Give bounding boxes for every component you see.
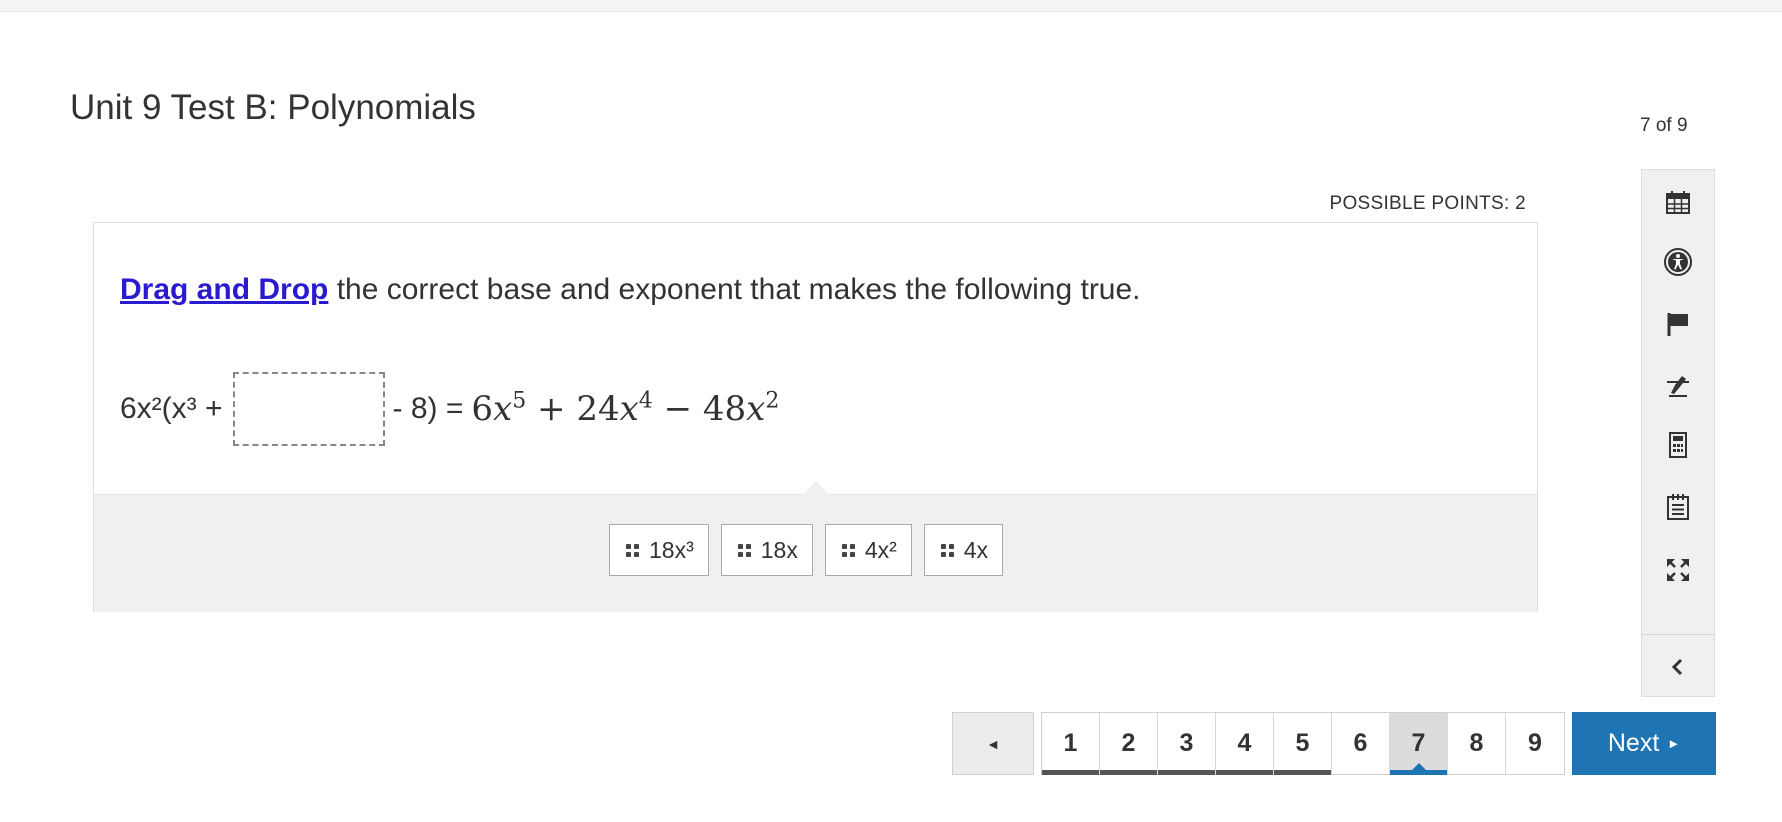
term1-variable: x — [493, 389, 513, 429]
term3-variable: x — [746, 389, 766, 429]
equation-right: 6x5 + 24x4 − 48x2 — [471, 389, 779, 429]
collapse-icon — [1671, 658, 1683, 676]
flag-tool-button[interactable] — [1642, 304, 1714, 344]
term1-coefficient: 6 — [471, 389, 494, 429]
page-number: 3 — [1179, 729, 1194, 757]
page-number: 5 — [1295, 729, 1310, 757]
operator-minus: − — [663, 389, 693, 429]
previous-button[interactable]: ◄ — [952, 712, 1034, 775]
notepad-icon — [1667, 494, 1689, 520]
current-page-caret-icon — [1411, 763, 1426, 770]
question-card: Drag and Drop the correct base and expon… — [93, 222, 1538, 612]
calendar-icon — [1666, 191, 1690, 214]
page-button-4[interactable]: 4 — [1216, 713, 1274, 775]
page-number: 2 — [1121, 729, 1136, 757]
accessibility-icon — [1664, 248, 1692, 276]
page-number: 8 — [1469, 729, 1484, 757]
question-counter: 7 of 9 — [1640, 115, 1688, 136]
fullscreen-tool-button[interactable] — [1642, 550, 1714, 590]
term2-coefficient: 24 — [576, 389, 620, 429]
answer-bank: 18x³ 18x 4x² 4x — [94, 481, 1537, 612]
page-number: 1 — [1063, 729, 1078, 757]
calculator-tool-button[interactable] — [1642, 425, 1714, 465]
drag-handle-icon — [626, 543, 639, 557]
tile-label: 18x³ — [649, 536, 694, 563]
drag-handle-icon — [940, 543, 954, 557]
tile-label: 4x — [963, 536, 989, 563]
tool-sidebar — [1641, 169, 1715, 697]
page-number: 9 — [1528, 729, 1542, 757]
operator-plus: + — [537, 389, 566, 429]
page-button-6[interactable]: 6 — [1332, 713, 1390, 774]
fullscreen-icon — [1667, 559, 1689, 581]
term1-exponent: 5 — [512, 388, 527, 414]
page-button-2[interactable]: 2 — [1100, 713, 1158, 775]
answer-tile-18x[interactable]: 18x — [720, 524, 813, 576]
tile-label: 4x² — [864, 536, 897, 563]
equation-mid: - 8) = — [392, 392, 464, 425]
prompt-text: the correct base and exponent that makes… — [328, 273, 1141, 306]
page-button-7[interactable]: 7 — [1390, 713, 1448, 775]
question-prompt: Drag and Drop the correct base and expon… — [120, 273, 1141, 307]
next-label: Next — [1607, 729, 1660, 757]
collapse-toolbar-button[interactable] — [1642, 647, 1714, 687]
drop-zone[interactable] — [232, 372, 385, 446]
calculator-icon — [1669, 432, 1687, 458]
page-button-3[interactable]: 3 — [1158, 713, 1216, 775]
page-button-9[interactable]: 9 — [1506, 713, 1564, 774]
drag-handle-icon — [841, 543, 855, 557]
page-button-5[interactable]: 5 — [1274, 713, 1332, 775]
page-button-1[interactable]: 1 — [1042, 713, 1100, 775]
page-button-8[interactable]: 8 — [1448, 713, 1506, 774]
notepad-tool-button[interactable] — [1642, 487, 1714, 527]
page-title: Unit 9 Test B: Polynomials — [70, 88, 476, 127]
no-highlight-icon — [1667, 376, 1689, 397]
flag-icon — [1667, 313, 1688, 336]
possible-points: POSSIBLE POINTS: 2 — [1329, 193, 1526, 214]
page-number: 6 — [1353, 729, 1368, 757]
page-number: 7 — [1411, 729, 1426, 757]
top-bar — [0, 0, 1782, 12]
term3-exponent: 2 — [765, 388, 780, 414]
answer-tile-4x2[interactable]: 4x² — [824, 524, 912, 576]
page-number: 4 — [1237, 729, 1252, 757]
answer-tile-18x3[interactable]: 18x³ — [609, 524, 709, 576]
previous-arrow-icon: ◄ — [986, 735, 1000, 752]
no-highlight-tool-button[interactable] — [1642, 365, 1714, 405]
question-pagination: 1 2 3 4 5 6 7 8 9 — [1041, 712, 1565, 775]
accessibility-tool-button[interactable] — [1642, 242, 1714, 282]
drag-and-drop-link[interactable]: Drag and Drop — [120, 273, 328, 306]
equation: 6x²(x³ + - 8) = 6x5 + 24x4 − 48x2 — [120, 369, 779, 449]
next-arrow-icon: ► — [1667, 736, 1681, 751]
toolbar-divider — [1642, 634, 1714, 635]
equation-left: 6x²(x³ + — [120, 392, 223, 425]
term2-variable: x — [619, 389, 639, 429]
calendar-tool-button[interactable] — [1642, 182, 1714, 222]
answer-tiles: 18x³ 18x 4x² 4x — [609, 524, 1004, 576]
tile-label: 18x — [760, 536, 798, 563]
term3-coefficient: 48 — [702, 389, 747, 429]
drag-handle-icon — [737, 543, 751, 557]
answer-tile-4x[interactable]: 4x — [923, 524, 1004, 576]
bank-notch — [802, 481, 830, 495]
next-button[interactable]: Next ► — [1572, 712, 1716, 775]
term2-exponent: 4 — [638, 388, 653, 414]
